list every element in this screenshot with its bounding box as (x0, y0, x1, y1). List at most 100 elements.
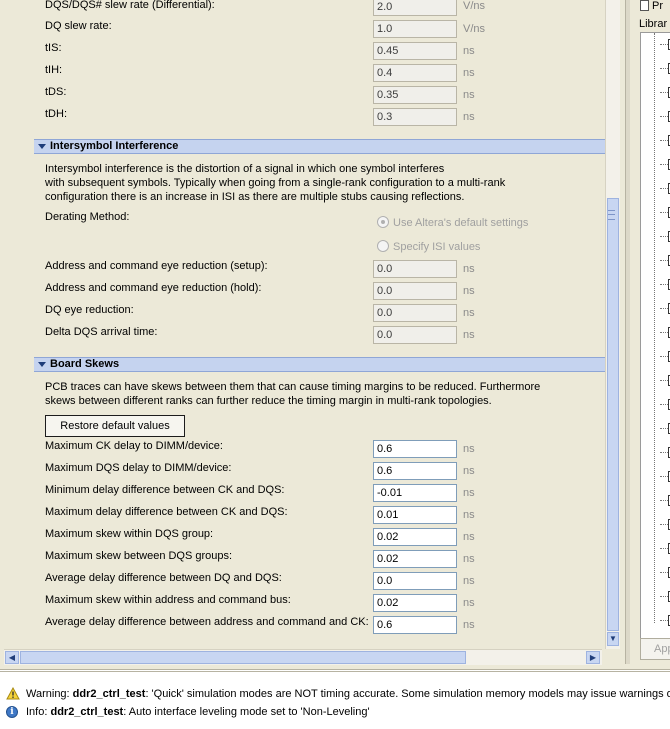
dq-slew-rate-label: DQ slew rate: (45, 20, 112, 32)
info-entity: ddr2_ctrl_test (50, 706, 124, 718)
parameter-panel: DQS/DQS# slew rate (Differential): 2.0 V… (4, 0, 605, 650)
tree-connector (660, 260, 668, 261)
skew-row-label: Maximum skew between DQS groups: (45, 550, 233, 562)
skew-row-unit: ns (463, 487, 475, 499)
skew-row-unit: ns (463, 619, 475, 631)
max-skew-between-dqs-input[interactable]: 0.02 (373, 550, 457, 568)
tree-connector (660, 572, 668, 573)
dqs-slew-rate-label: DQS/DQS# slew rate (Differential): (45, 0, 215, 11)
isi-row-field: 0.0 (373, 260, 457, 278)
panel-splitter[interactable] (625, 0, 630, 664)
scroll-right-arrow-icon[interactable]: ▶ (586, 651, 600, 664)
skew-row-unit: ns (463, 597, 475, 609)
tree-connector (660, 164, 668, 165)
scroll-down-arrow-icon[interactable]: ▼ (607, 632, 619, 646)
tree-connector (660, 380, 668, 381)
radio-default-settings[interactable]: Use Altera's default settings (377, 216, 528, 229)
max-ck-delay-input[interactable]: 0.6 (373, 440, 457, 458)
collapse-triangle-icon[interactable] (38, 362, 46, 367)
radio-selected-icon[interactable] (377, 216, 389, 228)
board-skews-section-header[interactable]: Board Skews (34, 357, 605, 372)
tdh-label: tDH: (45, 108, 67, 120)
skew-row-unit: ns (463, 531, 475, 543)
skews-description: PCB traces can have skews between them t… (45, 380, 540, 408)
tree-connector (660, 308, 668, 309)
tree-connector (660, 188, 668, 189)
radio-specify-isi[interactable]: Specify ISI values (377, 240, 480, 253)
tds-field: 0.35 (373, 86, 457, 104)
min-delay-diff-ck-dqs-input[interactable]: -0.01 (373, 484, 457, 502)
horizontal-scrollbar[interactable]: ◀ ▶ (4, 649, 602, 665)
max-delay-diff-ck-dqs-input[interactable]: 0.01 (373, 506, 457, 524)
skew-row-label: Maximum skew within address and command … (45, 594, 291, 606)
max-skew-addr-cmd-input[interactable]: 0.02 (373, 594, 457, 612)
tih-field: 0.4 (373, 64, 457, 82)
library-tree[interactable] (640, 32, 670, 642)
tdh-unit: ns (463, 111, 475, 123)
skew-row-unit: ns (463, 575, 475, 587)
tree-connector (660, 404, 668, 405)
skew-row-label: Maximum skew within DQS group: (45, 528, 214, 540)
isi-section-header[interactable]: Intersymbol Interference (34, 139, 605, 154)
isi-desc-line: configuration there is an increase in IS… (45, 191, 465, 203)
tree-connector (660, 476, 668, 477)
library-panel: Pr Librar (634, 0, 670, 664)
tree-connector (660, 44, 668, 45)
derating-method-label: Derating Method: (45, 211, 130, 223)
info-icon: i (6, 706, 18, 718)
message-pane: Warning: ddr2_ctrl_test : 'Quick' simulat… (0, 669, 670, 729)
isi-row-unit: ns (463, 329, 475, 341)
skew-row-label: Minimum delay difference between CK and … (45, 484, 285, 496)
avg-delay-addr-cmd-ck-input[interactable]: 0.6 (373, 616, 457, 634)
tree-connector (660, 620, 668, 621)
isi-description: Intersymbol interference is the distorti… (45, 162, 505, 204)
skew-row-unit: ns (463, 465, 475, 477)
isi-row-label: Address and command eye reduction (setup… (45, 260, 268, 272)
dq-slew-rate-field: 1.0 (373, 20, 457, 38)
skew-row-unit: ns (463, 443, 475, 455)
isi-row-label: DQ eye reduction: (45, 304, 134, 316)
tree-connector (660, 92, 668, 93)
info-prefix: Info: (26, 706, 51, 718)
skews-desc-line: PCB traces can have skews between them t… (45, 381, 541, 393)
skew-row-label: Maximum DQS delay to DIMM/device: (45, 462, 232, 474)
restore-defaults-button[interactable]: Restore default values (45, 415, 185, 437)
document-icon (640, 0, 649, 11)
horizontal-scroll-thumb[interactable] (20, 651, 466, 664)
warning-prefix: Warning: (26, 688, 73, 700)
skew-row-label: Average delay difference between DQ and … (45, 572, 282, 584)
vertical-scroll-thumb[interactable] (607, 198, 619, 631)
tree-connector (660, 524, 668, 525)
info-message: Info: ddr2_ctrl_test: Auto interface lev… (26, 706, 370, 718)
apply-button[interactable]: App (640, 638, 670, 660)
warning-text: : 'Quick' simulation modes are NOT timin… (145, 688, 670, 700)
dqs-slew-rate-field: 2.0 (373, 0, 457, 16)
tds-label: tDS: (45, 86, 67, 98)
skew-row-label: Maximum delay difference between CK and … (45, 506, 288, 518)
scroll-grip-icon (608, 210, 615, 220)
tree-connector (660, 236, 668, 237)
max-skew-within-dqs-input[interactable]: 0.02 (373, 528, 457, 546)
tis-label: tIS: (45, 42, 62, 54)
tree-connector (660, 68, 668, 69)
tree-connector (660, 332, 668, 333)
radio-unselected-icon[interactable] (377, 240, 389, 252)
vertical-scrollbar[interactable]: ▼ (605, 0, 620, 649)
scroll-left-arrow-icon[interactable]: ◀ (5, 651, 19, 664)
tis-field: 0.45 (373, 42, 457, 60)
warning-icon (6, 687, 20, 700)
collapse-triangle-icon[interactable] (38, 144, 46, 149)
tih-label: tIH: (45, 64, 63, 76)
radio-default-label: Use Altera's default settings (393, 217, 529, 229)
skew-row-label: Maximum CK delay to DIMM/device: (45, 440, 223, 452)
isi-row-field: 0.0 (373, 304, 457, 322)
max-dqs-delay-input[interactable]: 0.6 (373, 462, 457, 480)
tds-unit: ns (463, 89, 475, 101)
warning-message: Warning: ddr2_ctrl_test: 'Quick' simulat… (26, 688, 670, 700)
tree-connector (660, 356, 668, 357)
avg-delay-dq-dqs-input[interactable]: 0.0 (373, 572, 457, 590)
tree-connector (660, 284, 668, 285)
skew-row-label: Average delay difference between address… (45, 616, 369, 628)
isi-row-unit: ns (463, 307, 475, 319)
tree-connector (654, 33, 655, 623)
